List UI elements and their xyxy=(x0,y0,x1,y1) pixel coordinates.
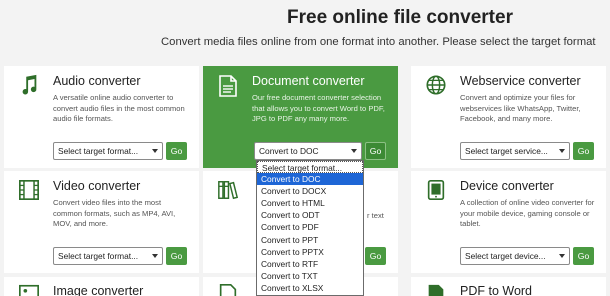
card-description: r text xyxy=(367,211,384,220)
dropdown-option-selected[interactable]: Convert to DOC xyxy=(257,173,363,186)
go-button[interactable]: Go xyxy=(573,247,594,265)
page-subtitle: Convert media files online from one form… xyxy=(161,36,596,48)
pdf-file-icon xyxy=(428,284,444,296)
target-format-select[interactable]: Select target format... xyxy=(53,247,163,265)
chevron-down-icon xyxy=(152,254,158,258)
card-title: Document converter xyxy=(252,74,365,88)
card-description: Our free document converter selection th… xyxy=(252,93,385,124)
chevron-down-icon xyxy=(559,254,565,258)
card-device-converter: Device converter A collection of online … xyxy=(411,171,606,273)
film-icon xyxy=(19,180,39,200)
card-title: Audio converter xyxy=(53,74,141,88)
target-device-select[interactable]: Select target device... xyxy=(460,247,570,265)
target-format-dropdown-list[interactable]: Select target format... Convert to DOC C… xyxy=(256,160,364,296)
target-format-select[interactable]: Convert to DOC xyxy=(254,142,362,160)
target-service-select[interactable]: Select target service... xyxy=(460,142,570,160)
dropdown-option[interactable]: Select target format... xyxy=(257,161,363,174)
go-button[interactable]: Go xyxy=(365,142,386,160)
go-button[interactable]: Go xyxy=(573,142,594,160)
card-title: Webservice converter xyxy=(460,74,581,88)
file-icon xyxy=(219,284,237,296)
document-icon xyxy=(219,75,237,97)
card-document-converter: Document converter Our free document con… xyxy=(203,66,398,168)
dropdown-option[interactable]: Convert to RTF xyxy=(257,258,363,270)
card-title: PDF to Word xyxy=(460,284,533,296)
dropdown-option[interactable]: Convert to PPTX xyxy=(257,246,363,258)
card-image-converter: Image converter xyxy=(4,277,199,296)
music-note-icon xyxy=(22,74,37,95)
card-title: Video converter xyxy=(53,179,141,193)
card-description: A collection of online video converter f… xyxy=(460,198,595,229)
go-button[interactable]: Go xyxy=(166,247,187,265)
card-pdf-to-word: PDF to Word xyxy=(411,277,606,296)
dropdown-option[interactable]: Convert to PPT xyxy=(257,234,363,246)
page-header: Free online file converter Convert media… xyxy=(0,0,610,58)
card-title: Image converter xyxy=(53,284,144,296)
card-webservice-converter: Webservice converter Convert and optimiz… xyxy=(411,66,606,168)
card-description: A versatile online audio converter to co… xyxy=(53,93,185,124)
card-audio-converter: Audio converter A versatile online audio… xyxy=(4,66,199,168)
card-description: Convert video files into the most common… xyxy=(53,198,176,229)
books-icon xyxy=(218,181,239,200)
tablet-icon xyxy=(427,180,445,200)
chevron-down-icon xyxy=(152,149,158,153)
target-format-select[interactable]: Select target format... xyxy=(53,142,163,160)
chevron-down-icon xyxy=(351,149,357,153)
card-title: Device converter xyxy=(460,179,554,193)
dropdown-option[interactable]: Convert to HTML xyxy=(257,197,363,209)
card-description: Convert and optimize your files for webs… xyxy=(460,93,581,124)
dropdown-option[interactable]: Convert to DOCX xyxy=(257,185,363,197)
dropdown-option[interactable]: Convert to XLSX xyxy=(257,282,363,294)
card-video-converter: Video converter Convert video files into… xyxy=(4,171,199,273)
globe-icon xyxy=(426,75,446,95)
dropdown-option[interactable]: Convert to TXT xyxy=(257,270,363,282)
dropdown-option[interactable]: Convert to ODT xyxy=(257,209,363,221)
chevron-down-icon xyxy=(559,149,565,153)
go-button[interactable]: Go xyxy=(166,142,187,160)
go-button[interactable]: Go xyxy=(365,247,386,265)
dropdown-option[interactable]: Convert to PDF xyxy=(257,221,363,233)
page-title: Free online file converter xyxy=(287,7,513,28)
image-icon xyxy=(19,284,39,296)
